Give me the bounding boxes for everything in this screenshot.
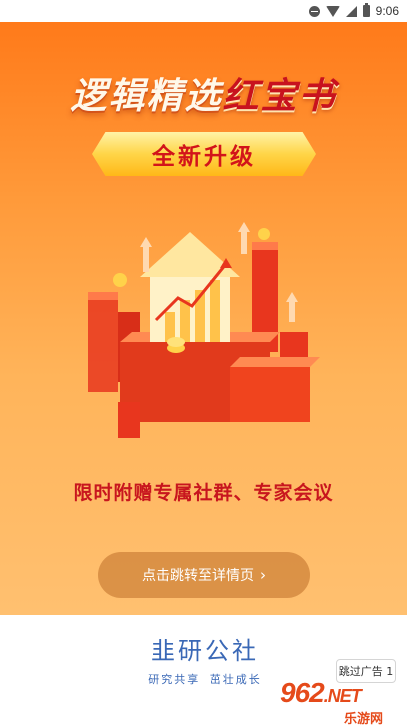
headline-white-text: 逻辑精选 [70, 76, 223, 117]
do-not-disturb-icon [308, 5, 320, 17]
status-time: 9:06 [375, 4, 399, 18]
view-details-button[interactable]: 点击跳转至详情页 › [98, 552, 310, 598]
growth-illustration-graphic [88, 222, 320, 438]
view-details-label: 点击跳转至详情页 [142, 568, 254, 584]
brand-footer: 韭研公社 研究共享 茁壮成长 跳过广告 1 962.NET 乐游网 [0, 615, 407, 725]
headline-red-text: 红宝书 [222, 76, 337, 117]
watermark-suffix: .NET [323, 686, 362, 706]
growth-chart-illustration [80, 202, 330, 442]
ad-headline: 逻辑精选红宝书 [0, 67, 407, 119]
battery-icon [362, 3, 370, 17]
chevron-right-icon: › [260, 566, 266, 584]
splash-ad-banner[interactable]: 逻辑精选红宝书 全新升级 限时附赠专属社群、专家会议 点击跳转至详情页 › [0, 22, 407, 615]
wifi-icon [325, 5, 340, 17]
watermark-site-name: 乐游网 [344, 712, 384, 725]
promo-text: 限时附赠专属社群、专家会议 [73, 482, 334, 504]
upgrade-ribbon: 全新升级 [92, 132, 316, 176]
brand-slogan: 研究共享 茁壮成长 [148, 673, 262, 686]
watermark-logo: 962.NET [280, 677, 362, 709]
status-bar: 9:06 [0, 0, 407, 22]
brand-logo-text: 韭研公社 [151, 637, 259, 665]
signal-icon [345, 5, 357, 17]
upgrade-badge-text: 全新升级 [152, 144, 256, 170]
site-watermark: 962.NET 乐游网 [276, 675, 407, 725]
watermark-number: 962 [280, 677, 325, 708]
